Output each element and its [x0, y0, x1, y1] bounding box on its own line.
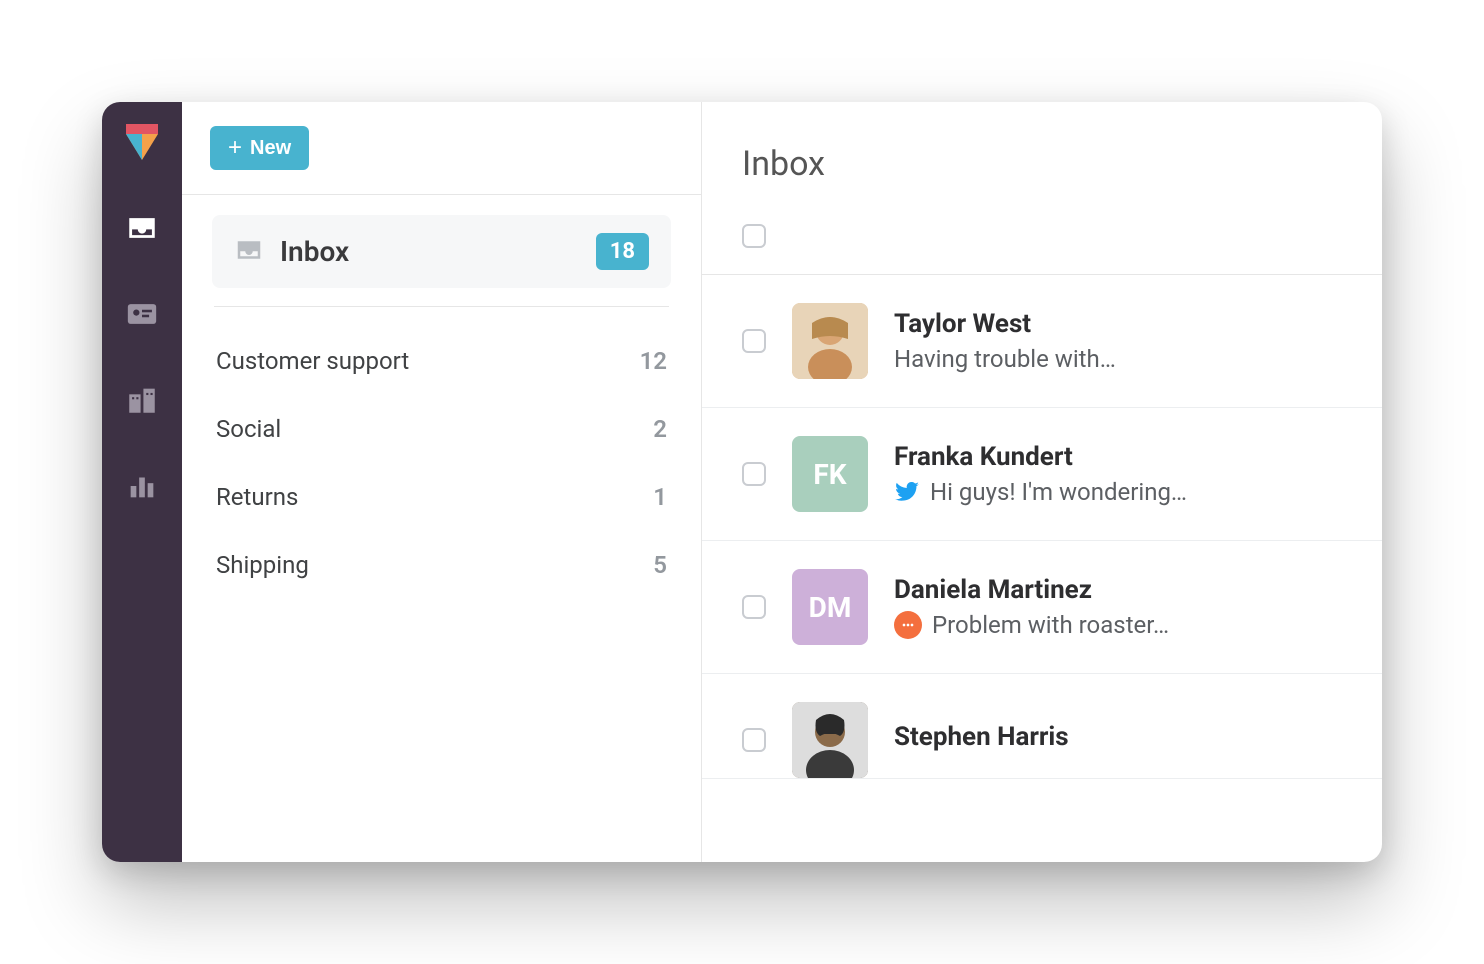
new-button-label: New — [250, 137, 291, 160]
conversation-panel: Inbox Taylor West Having trouble with… — [702, 102, 1382, 862]
avatar: DM — [792, 569, 868, 645]
folder-social[interactable]: Social 2 — [212, 395, 671, 463]
avatar-initials: DM — [809, 591, 852, 624]
divider — [214, 306, 669, 307]
avatar — [792, 702, 868, 778]
conversation-item[interactable]: FK Franka Kundert Hi guys! I'm wondering… — [702, 408, 1382, 541]
conversation-item[interactable]: DM Daniela Martinez Problem with roaster… — [702, 541, 1382, 674]
folder-panel: + New Inbox 18 Customer support 12 Socia… — [182, 102, 702, 862]
conversation-checkbox[interactable] — [742, 595, 766, 619]
preview-text: Hi guys! I'm wondering… — [930, 478, 1187, 506]
folder-list: Inbox 18 Customer support 12 Social 2 Re… — [182, 195, 701, 619]
folder-shipping[interactable]: Shipping 5 — [212, 531, 671, 599]
folder-count: 2 — [653, 415, 667, 443]
twitter-icon — [894, 479, 920, 505]
inbox-tray-icon — [234, 235, 264, 269]
conversation-preview: Hi guys! I'm wondering… — [894, 478, 1342, 506]
conversation-preview: Problem with roaster… — [894, 611, 1342, 639]
app-frame: + New Inbox 18 Customer support 12 Socia… — [102, 102, 1382, 862]
avatar: FK — [792, 436, 868, 512]
icon-rail — [102, 102, 182, 862]
folder-label: Shipping — [216, 551, 309, 579]
page-title: Inbox — [742, 144, 1342, 184]
conversation-list: Taylor West Having trouble with… FK Fran… — [702, 275, 1382, 862]
select-all-checkbox[interactable] — [742, 224, 766, 248]
nav-contacts[interactable] — [112, 286, 172, 346]
conversation-name: Taylor West — [894, 309, 1342, 339]
select-all-row — [702, 212, 1382, 275]
folder-count: 12 — [640, 347, 667, 375]
conversation-text: Taylor West Having trouble with… — [894, 309, 1342, 373]
inbox-tray-icon — [125, 211, 159, 249]
folder-label: Returns — [216, 483, 298, 511]
folder-returns[interactable]: Returns 1 — [212, 463, 671, 531]
folder-label: Customer support — [216, 347, 409, 375]
building-icon — [125, 383, 159, 421]
avatar — [792, 303, 868, 379]
conversation-text: Daniela Martinez Problem with roaster… — [894, 575, 1342, 639]
conversation-name: Franka Kundert — [894, 442, 1342, 472]
app-logo — [120, 120, 164, 164]
folder-inbox-count: 18 — [596, 233, 649, 270]
avatar-initials: FK — [813, 458, 846, 491]
conversation-checkbox[interactable] — [742, 728, 766, 752]
preview-text: Having trouble with… — [894, 345, 1116, 373]
plus-icon: + — [228, 136, 242, 160]
conversation-item[interactable]: Taylor West Having trouble with… — [702, 275, 1382, 408]
new-button[interactable]: + New — [210, 126, 309, 170]
chat-bubble-icon — [894, 611, 922, 639]
conversation-preview: Having trouble with… — [894, 345, 1342, 373]
nav-reports[interactable] — [112, 458, 172, 518]
folder-label: Social — [216, 415, 281, 443]
folder-count: 5 — [653, 551, 667, 579]
conversation-checkbox[interactable] — [742, 329, 766, 353]
conversation-item[interactable]: Stephen Harris — [702, 674, 1382, 779]
contact-card-icon — [125, 297, 159, 335]
conversation-name: Stephen Harris — [894, 722, 1342, 752]
top-bar: + New — [182, 102, 701, 195]
folder-inbox-label: Inbox — [280, 235, 580, 268]
folder-count: 1 — [653, 483, 667, 511]
folder-inbox[interactable]: Inbox 18 — [212, 215, 671, 288]
conversation-header: Inbox — [702, 102, 1382, 212]
conversation-text: Stephen Harris — [894, 722, 1342, 758]
nav-inbox[interactable] — [112, 200, 172, 260]
preview-text: Problem with roaster… — [932, 611, 1169, 639]
bar-chart-icon — [125, 469, 159, 507]
conversation-checkbox[interactable] — [742, 462, 766, 486]
conversation-name: Daniela Martinez — [894, 575, 1342, 605]
nav-organization[interactable] — [112, 372, 172, 432]
conversation-text: Franka Kundert Hi guys! I'm wondering… — [894, 442, 1342, 506]
folder-customer-support[interactable]: Customer support 12 — [212, 327, 671, 395]
